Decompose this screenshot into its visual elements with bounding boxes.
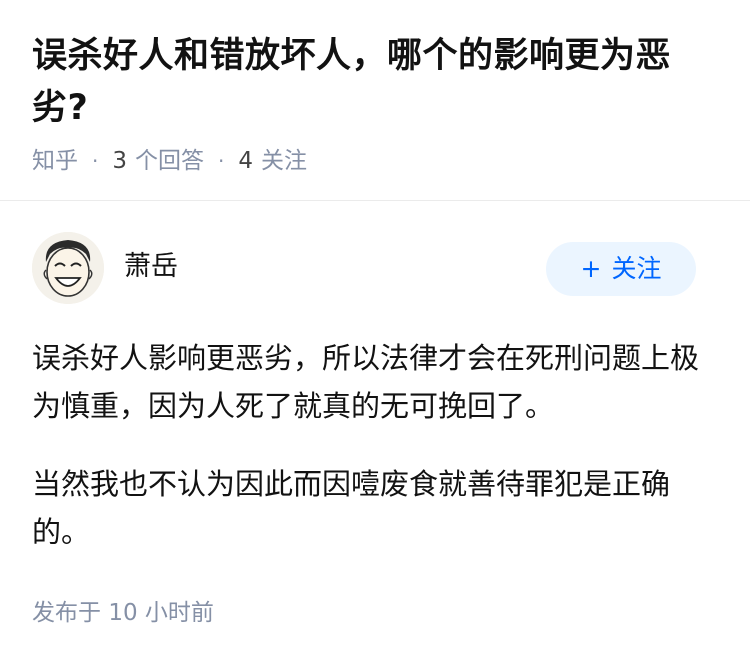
follow-button-label: 关注 xyxy=(611,254,662,283)
answer-count: 3 xyxy=(112,148,127,174)
answer-paragraph: 误杀好人影响更恶劣，所以法律才会在死刑问题上极为慎重，因为人死了就真的无可挽回了… xyxy=(32,341,700,423)
meta-separator: · xyxy=(218,149,225,173)
answer-count-link[interactable]: 3 个回答 xyxy=(112,146,204,176)
question-source[interactable]: 知乎 xyxy=(32,146,78,176)
follower-count-link[interactable]: 4 关注 xyxy=(238,146,307,176)
meta-separator: · xyxy=(92,149,99,173)
cartoon-face-icon xyxy=(32,232,104,304)
question-title[interactable]: 误杀好人和错放坏人，哪个的影响更为恶劣? xyxy=(32,30,712,134)
question-header: 误杀好人和错放坏人，哪个的影响更为恶劣? 知乎 · 3 个回答 · 4 关注 xyxy=(32,30,712,176)
avatar[interactable] xyxy=(32,232,104,304)
answer-card: 萧岳 + 关注 误杀好人影响更恶劣，所以法律才会在死刑问题上极为慎重，因为人死了就… xyxy=(32,232,718,586)
author-name[interactable]: 萧岳 xyxy=(124,250,178,284)
answer-count-label: 个回答 xyxy=(135,148,204,174)
publish-label: 发布于 xyxy=(32,600,101,626)
plus-icon: + xyxy=(580,254,602,283)
answer-paragraph: 当然我也不认为因此而因噎废食就善待罪犯是正确的。 xyxy=(32,467,671,549)
follower-count: 4 xyxy=(238,148,253,174)
publish-time: 发布于 10 小时前 xyxy=(32,598,214,628)
question-meta: 知乎 · 3 个回答 · 4 关注 xyxy=(32,146,712,176)
follow-button[interactable]: + 关注 xyxy=(546,242,696,296)
answer-body[interactable]: 误杀好人影响更恶劣，所以法律才会在死刑问题上极为慎重，因为人死了就真的无可挽回了… xyxy=(32,334,718,556)
section-divider xyxy=(0,200,750,201)
publish-value: 10 小时前 xyxy=(108,600,214,626)
follower-count-label: 关注 xyxy=(261,148,307,174)
author-row: 萧岳 + 关注 xyxy=(32,232,718,306)
